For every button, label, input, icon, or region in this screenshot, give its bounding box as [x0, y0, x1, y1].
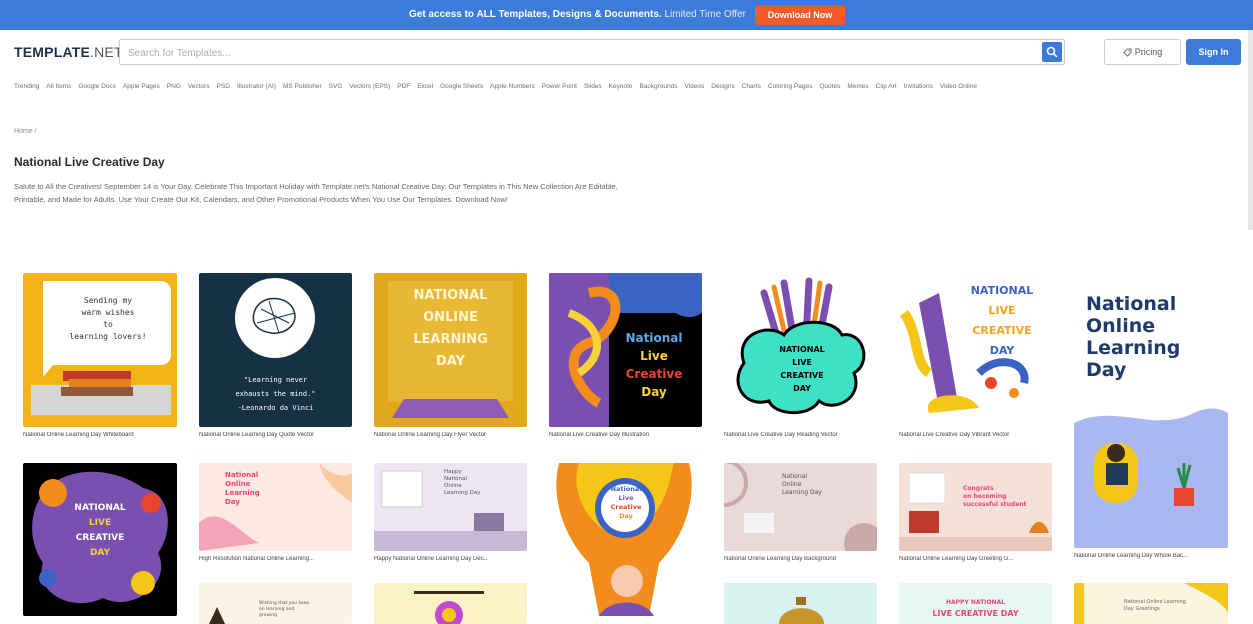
category-link[interactable]: Vectors	[188, 83, 210, 97]
template-card[interactable]: Wishing that you keep on learning and grow…	[199, 583, 352, 624]
card-caption[interactable]: National Online Learning Day Whiteboard	[23, 432, 177, 438]
card-art-text: NATIONAL LIVE CREATIVE DAY	[779, 345, 825, 393]
template-card[interactable]: HAPPY NATIONAL LIVE CREATIVE DAY	[899, 583, 1052, 624]
promo-main-text: Get access to ALL Templates, Designs & D…	[409, 9, 662, 20]
template-card[interactable]: National Online Learning Day	[199, 463, 352, 551]
card-art-text: Wishing that you keep on learning and grow…	[259, 601, 310, 618]
breadcrumb[interactable]: Home /	[14, 128, 37, 135]
category-link[interactable]: Google Sheets	[440, 83, 483, 97]
card-caption[interactable]: National Online Learning Day Flyer Vecto…	[374, 432, 527, 438]
category-link[interactable]: Power Point	[542, 83, 577, 97]
category-link[interactable]: Keynote	[609, 83, 633, 97]
template-card[interactable]: NATIONAL ONLINE LEARNING DAY	[374, 273, 527, 427]
search-icon	[1046, 46, 1058, 58]
template-card[interactable]: National Online Learning Day Greetings	[1074, 583, 1228, 624]
category-link[interactable]: Coloring Pages	[768, 83, 812, 97]
tag-icon	[1122, 47, 1132, 57]
template-card[interactable]: National Live Creative Day	[549, 463, 702, 616]
logo-main-text: TEMPLATE	[14, 44, 91, 60]
card-art-text: "Learning never exhausts the mind." -Leona…	[235, 376, 316, 412]
card-caption[interactable]: National Online Learning Day Quote Vecto…	[199, 432, 352, 438]
card-art-text: National Live Creative Day	[610, 485, 642, 520]
template-card[interactable]: NATIONAL LIVE CREATIVE DAY	[724, 273, 877, 427]
card-artwork	[779, 597, 824, 624]
card-art-text: Congrats on becoming successful student	[963, 485, 1027, 508]
category-link[interactable]: Apple Numbers	[490, 83, 535, 97]
card-art-text: NATIONAL ONLINE LEARNING DAY	[413, 288, 488, 369]
card-art-text: HAPPY NATIONAL LIVE CREATIVE DAY	[932, 599, 1019, 618]
category-link[interactable]: Memes	[847, 83, 868, 97]
category-link[interactable]: Backgrounds	[640, 83, 678, 97]
scrollbar[interactable]	[1248, 30, 1253, 230]
card-caption[interactable]: National Live Creative Day Reading Vecto…	[724, 432, 877, 438]
category-link[interactable]: Designs	[711, 83, 734, 97]
template-card[interactable]: NATIONAL LIVE CREATIVE DAY	[23, 463, 177, 616]
template-card[interactable]	[374, 583, 527, 624]
pricing-label: Pricing	[1134, 47, 1163, 57]
pricing-button[interactable]: Pricing	[1104, 39, 1181, 65]
card-caption[interactable]: National Online Learning Day Whole Bac..…	[1074, 553, 1228, 559]
category-link[interactable]: Clip Art	[876, 83, 897, 97]
category-link[interactable]: Google Docs	[78, 83, 116, 97]
download-now-button[interactable]: Download Now	[755, 5, 845, 25]
category-link[interactable]: Excel	[417, 83, 433, 97]
category-link[interactable]: PNG	[167, 83, 181, 97]
site-logo[interactable]: TEMPLATE.NET	[14, 44, 123, 60]
template-card[interactable]: NATIONAL LIVE CREATIVE DAY	[899, 273, 1052, 427]
search-bar	[119, 39, 1065, 65]
card-art-text: Sending my warm wishes to learning lovers!	[69, 296, 147, 341]
category-link[interactable]: Videos	[685, 83, 705, 97]
category-link[interactable]: Trending	[14, 83, 39, 97]
page-description: Salute to All the Creatives! September 1…	[14, 182, 618, 204]
template-card[interactable]: Happy National Online Learning Day	[374, 463, 527, 551]
category-link[interactable]: Vectors (EPS)	[349, 83, 390, 97]
card-caption[interactable]: National Live Creative Day Illustration	[549, 432, 702, 438]
category-link[interactable]: Invitations	[904, 83, 933, 97]
search-button[interactable]	[1042, 42, 1062, 62]
category-link[interactable]: MS Publisher	[283, 83, 322, 97]
template-card[interactable]: National Online Learning Day	[724, 463, 877, 551]
card-caption[interactable]: Happy National Online Learning Day Dec..…	[374, 556, 527, 562]
card-artwork	[414, 591, 484, 624]
card-caption[interactable]: High Resolution National Online Learning…	[199, 556, 352, 562]
category-link[interactable]: Charts	[742, 83, 761, 97]
template-card[interactable]: Congrats on becoming successful student	[899, 463, 1052, 551]
search-input[interactable]	[128, 45, 1018, 61]
category-link[interactable]: PSD	[217, 83, 230, 97]
template-card[interactable]	[724, 583, 877, 624]
promo-bar: Get access to ALL Templates, Designs & D…	[0, 0, 1253, 30]
category-link[interactable]: SVG	[329, 83, 343, 97]
category-link[interactable]: Quotes	[819, 83, 840, 97]
category-link[interactable]: Illustrator (AI)	[237, 83, 276, 97]
template-card[interactable]: National Online Learning Day	[1074, 273, 1228, 548]
card-art-text: National Live Creative Day	[625, 331, 683, 399]
card-art-text: NATIONAL LIVE CREATIVE DAY	[970, 284, 1034, 357]
category-link[interactable]: Video Online	[940, 83, 977, 97]
card-caption[interactable]: National Live Creative Day Vibrant Vecto…	[899, 432, 1052, 438]
card-art-text: National Online Learning Day	[782, 473, 822, 496]
category-nav: Trending All Items Google Docs Apple Pag…	[14, 83, 1244, 97]
sign-in-button[interactable]: Sign In	[1186, 39, 1241, 65]
card-art-text: National Online Learning Day Greetings	[1124, 599, 1186, 612]
template-card[interactable]: "Learning never exhausts the mind." -Leona…	[199, 273, 352, 427]
page-title: National Live Creative Day	[14, 155, 165, 169]
card-caption[interactable]: National Online Learning Day Greeting G.…	[899, 556, 1052, 562]
category-link[interactable]: Slides	[584, 83, 602, 97]
category-link[interactable]: All Items	[46, 83, 71, 97]
category-link[interactable]: Apple Pages	[123, 83, 160, 97]
card-art-text: National Online Learning Day	[225, 471, 260, 506]
card-art-text: NATIONAL LIVE CREATIVE DAY	[74, 503, 126, 558]
card-art-text: National Online Learning Day	[1086, 293, 1181, 381]
card-caption[interactable]: National Online Learning Day Background	[724, 556, 877, 562]
category-link[interactable]: PDF	[397, 83, 410, 97]
template-card[interactable]: Sending my warm wishes to learning lovers!	[23, 273, 177, 427]
promo-subtext: Limited Time Offer	[664, 9, 746, 20]
template-card[interactable]: National Live Creative Day	[549, 273, 702, 427]
logo-net-text: .NET	[90, 44, 123, 60]
card-art-text: Happy National Online Learning Day	[444, 469, 481, 496]
promo-text: Get access to ALL Templates, Designs & D…	[409, 9, 746, 20]
